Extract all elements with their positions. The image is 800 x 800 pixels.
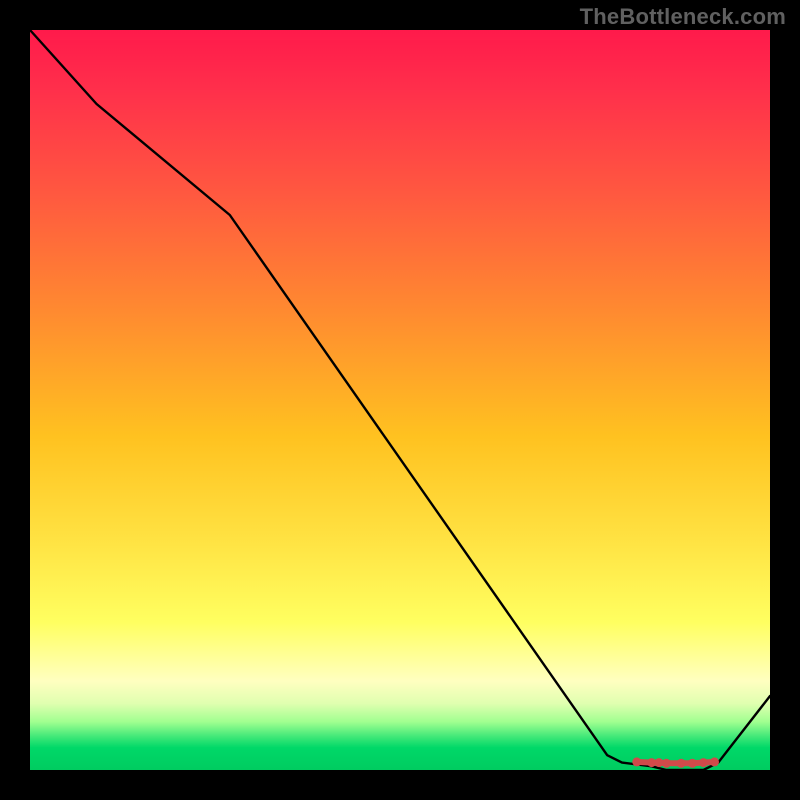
series-curve xyxy=(30,30,770,770)
watermark-text: TheBottleneck.com xyxy=(580,4,786,30)
highlight-marker xyxy=(710,757,719,766)
highlight-marker xyxy=(677,759,686,768)
plot-area xyxy=(30,30,770,770)
highlight-marker xyxy=(688,759,697,768)
highlight-marker xyxy=(662,759,671,768)
highlight-marker xyxy=(632,757,641,766)
chart-frame: TheBottleneck.com xyxy=(0,0,800,800)
highlight-marker xyxy=(699,758,708,767)
chart-svg xyxy=(30,30,770,770)
